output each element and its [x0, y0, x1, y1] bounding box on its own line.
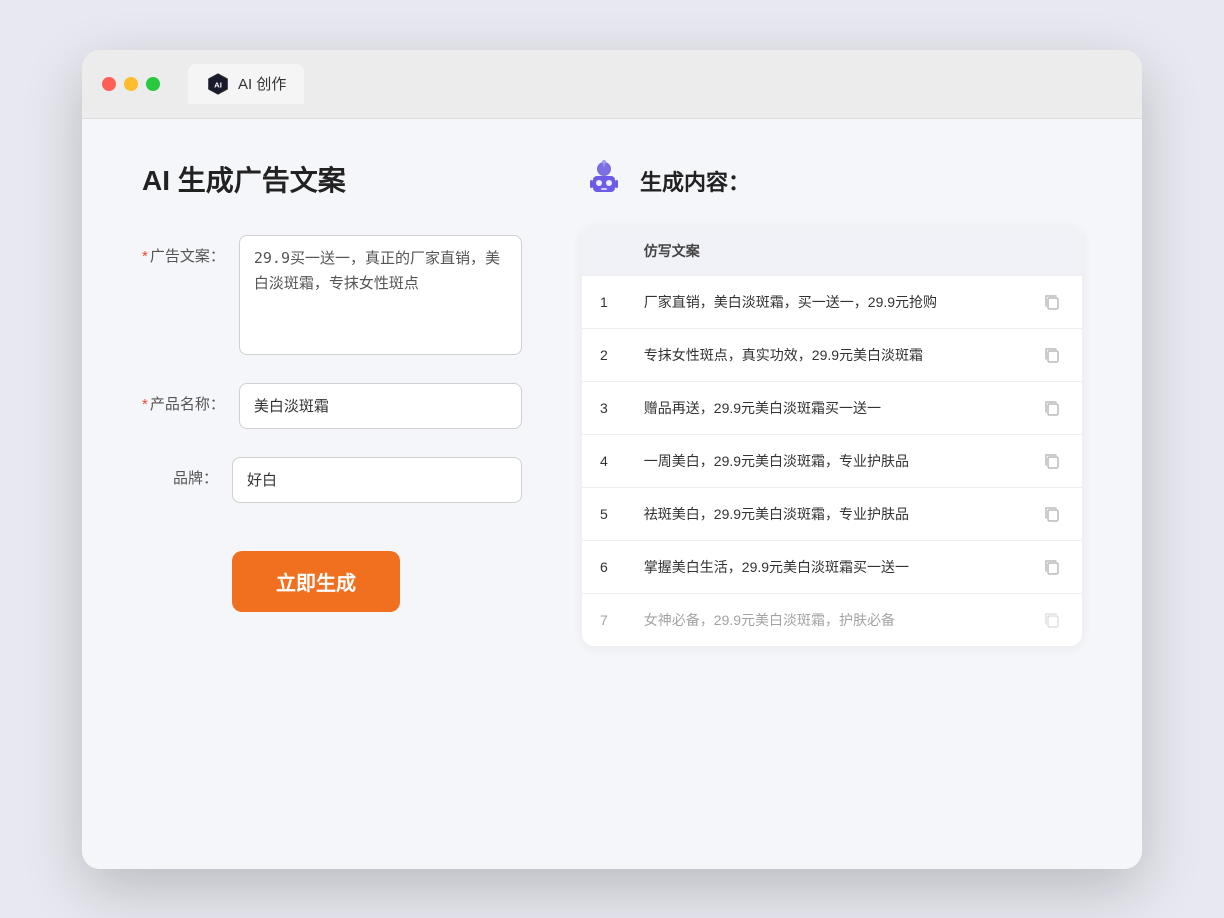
titlebar: AI AI 创作 — [82, 50, 1142, 119]
row-text: 专抹女性斑点，真实功效，29.9元美白淡斑霜 — [626, 328, 1022, 381]
product-name-row: *产品名称： — [142, 383, 522, 429]
row-number: 4 — [582, 434, 626, 487]
row-number: 5 — [582, 487, 626, 540]
brand-row: 品牌： — [142, 457, 522, 503]
table-row: 7 女神必备，29.9元美白淡斑霜，护肤必备 — [582, 593, 1082, 646]
col-action — [1022, 227, 1082, 276]
copy-cell — [1022, 487, 1082, 540]
main-layout: AI 生成广告文案 *广告文案： 29.9买一送一，真正的厂家直销，美白淡斑霜，… — [142, 159, 1082, 646]
right-header: 生成内容： — [582, 159, 1082, 203]
row-text: 掌握美白生活，29.9元美白淡斑霜买一送一 — [626, 540, 1022, 593]
row-text: 厂家直销，美白淡斑霜，买一送一，29.9元抢购 — [626, 275, 1022, 328]
generate-button[interactable]: 立即生成 — [232, 551, 400, 612]
copy-icon[interactable] — [1040, 396, 1064, 420]
copy-icon[interactable] — [1040, 608, 1064, 632]
row-number: 1 — [582, 275, 626, 328]
table-row: 5 祛斑美白，29.9元美白淡斑霜，专业护肤品 — [582, 487, 1082, 540]
row-number: 7 — [582, 593, 626, 646]
ai-tab-icon: AI — [206, 72, 230, 96]
brand-label: 品牌： — [142, 457, 232, 488]
brand-input[interactable] — [232, 457, 522, 503]
table-row: 6 掌握美白生活，29.9元美白淡斑霜买一送一 — [582, 540, 1082, 593]
maximize-button[interactable] — [146, 77, 160, 91]
row-text: 女神必备，29.9元美白淡斑霜，护肤必备 — [626, 593, 1022, 646]
required-star-1: * — [142, 248, 148, 265]
ad-copy-textarea[interactable]: 29.9买一送一，真正的厂家直销，美白淡斑霜，专抹女性斑点 — [239, 235, 522, 355]
minimize-button[interactable] — [124, 77, 138, 91]
copy-cell — [1022, 593, 1082, 646]
generate-btn-wrapper: 立即生成 — [142, 531, 522, 612]
table-header-row: 仿写文案 — [582, 227, 1082, 276]
results-table: 仿写文案 1 厂家直销，美白淡斑霜，买一送一，29.9元抢购 2 — [582, 227, 1082, 646]
table-row: 1 厂家直销，美白淡斑霜，买一送一，29.9元抢购 — [582, 275, 1082, 328]
copy-icon[interactable] — [1040, 290, 1064, 314]
col-copy: 仿写文案 — [626, 227, 1022, 276]
copy-icon[interactable] — [1040, 449, 1064, 473]
table-row: 3 赠品再送，29.9元美白淡斑霜买一送一 — [582, 381, 1082, 434]
copy-cell — [1022, 434, 1082, 487]
table-row: 4 一周美白，29.9元美白淡斑霜，专业护肤品 — [582, 434, 1082, 487]
copy-cell — [1022, 275, 1082, 328]
right-title: 生成内容： — [640, 165, 750, 197]
copy-cell — [1022, 328, 1082, 381]
table-row: 2 专抹女性斑点，真实功效，29.9元美白淡斑霜 — [582, 328, 1082, 381]
page-title: AI 生成广告文案 — [142, 159, 522, 199]
row-number: 2 — [582, 328, 626, 381]
close-button[interactable] — [102, 77, 116, 91]
robot-icon — [582, 159, 626, 203]
product-name-input[interactable] — [239, 383, 522, 429]
svg-text:AI: AI — [214, 80, 222, 89]
traffic-lights — [102, 77, 160, 91]
ai-tab[interactable]: AI AI 创作 — [188, 64, 304, 104]
copy-cell — [1022, 540, 1082, 593]
right-panel: 生成内容： 仿写文案 1 厂家直销，美白淡斑霜，买一送一，29.9元抢购 — [582, 159, 1082, 646]
ad-copy-label: *广告文案： — [142, 235, 239, 266]
row-number: 3 — [582, 381, 626, 434]
copy-cell — [1022, 381, 1082, 434]
browser-window: AI AI 创作 AI 生成广告文案 *广告文案： 29.9买一送一，真正的厂家… — [82, 50, 1142, 869]
required-star-2: * — [142, 396, 148, 413]
copy-icon[interactable] — [1040, 343, 1064, 367]
col-num — [582, 227, 626, 276]
row-text: 一周美白，29.9元美白淡斑霜，专业护肤品 — [626, 434, 1022, 487]
product-name-label: *产品名称： — [142, 383, 239, 414]
copy-icon[interactable] — [1040, 502, 1064, 526]
tab-label: AI 创作 — [238, 73, 286, 94]
ad-copy-row: *广告文案： 29.9买一送一，真正的厂家直销，美白淡斑霜，专抹女性斑点 — [142, 235, 522, 355]
row-number: 6 — [582, 540, 626, 593]
browser-content: AI 生成广告文案 *广告文案： 29.9买一送一，真正的厂家直销，美白淡斑霜，… — [82, 119, 1142, 869]
copy-icon[interactable] — [1040, 555, 1064, 579]
row-text: 祛斑美白，29.9元美白淡斑霜，专业护肤品 — [626, 487, 1022, 540]
left-panel: AI 生成广告文案 *广告文案： 29.9买一送一，真正的厂家直销，美白淡斑霜，… — [142, 159, 522, 646]
row-text: 赠品再送，29.9元美白淡斑霜买一送一 — [626, 381, 1022, 434]
